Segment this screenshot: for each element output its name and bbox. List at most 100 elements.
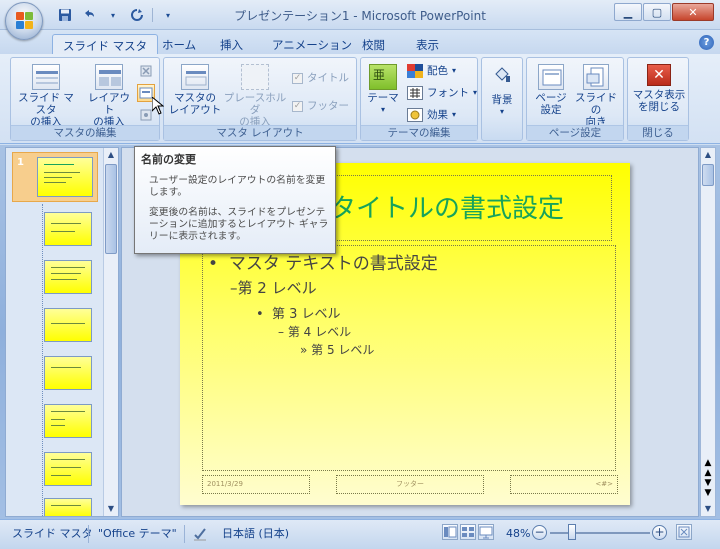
theme-button[interactable]: 亜 テーマ ▾ [365,64,401,116]
tab-slide-master[interactable]: スライド マスタ [52,34,159,54]
colors-dropdown-icon: ▾ [452,66,457,75]
master-thumbnail[interactable]: 1 [12,152,98,202]
master-layout-label2: レイアウト [168,104,222,116]
office-logo-icon [16,12,34,30]
colors-icon [407,64,423,78]
layout-thumbnail[interactable] [44,212,92,246]
effects-button[interactable]: 効果 ▾ [407,108,456,122]
tooltip-line-1: ユーザー設定のレイアウトの名前を変更します。 [149,175,326,198]
slideshow-view-icon[interactable] [478,524,494,540]
slide-scroll-thumb[interactable] [702,164,714,186]
page-setup-button[interactable]: ページ 設定 [531,64,571,116]
insert-placeholder-button[interactable]: プレースホルダ の挿入 [220,64,290,128]
fonts-dropdown-icon: ▾ [473,88,478,97]
tab-review[interactable]: 校閲 [352,34,395,54]
tooltip-line-2: 変更後の名前は、スライドをプレゼンテーションに追加するとレイアウト ギャラリーに… [149,207,329,242]
text-level-5: » 第 5 レベル [300,343,375,357]
scroll-down-icon[interactable]: ▼ [701,502,715,516]
text-level-1-label: マスタ テキストの書式設定 [228,254,438,274]
footer-check-icon: ✓ [292,100,303,112]
group-page-setup: ページ 設定 スライドの 向き ページ設定 [526,57,624,141]
help-icon[interactable]: ? [699,35,714,50]
spellcheck-icon[interactable] [192,525,208,543]
tab-view[interactable]: 表示 [406,34,449,54]
theme-icon: 亜 [369,64,397,90]
slide-orientation-button[interactable]: スライドの 向き [571,64,621,128]
layout-thumbnail[interactable] [44,308,92,342]
delete-icon[interactable] [139,64,153,78]
background-icon [492,64,512,86]
main-area: 1 ▲ ▼ タイトルの書式設定 • マスタ テキストの書式設定 –第 2 レベル… [0,145,720,519]
tab-home[interactable]: ホーム [152,34,206,54]
tab-insert[interactable]: 挿入 [210,34,253,54]
thumbnail-pane: 1 ▲ ▼ [5,147,119,517]
tab-animation[interactable]: アニメーション [262,34,362,54]
layout-thumbnail[interactable] [44,452,92,486]
zoom-slider-track[interactable] [550,532,650,534]
normal-view-icon[interactable] [442,524,458,540]
group-theme-edit-label: テーマの編集 [361,125,477,140]
ribbon: スライド マスタ の挿入 レイアウト の挿入 マスタの編集 マスタの レイアウト… [0,54,720,144]
fit-to-window-icon[interactable] [676,524,692,540]
colors-label: 配色 [427,65,448,77]
layout-tree-line [42,204,43,516]
mouse-cursor-icon [151,95,165,118]
layout-thumbnail[interactable] [44,260,92,294]
background-button[interactable]: 背景 ▾ [485,64,519,118]
footer-checkbox[interactable]: ✓ フッター [292,100,349,112]
theme-dropdown-icon: ▾ [380,105,385,114]
scroll-up-icon[interactable]: ▲ [104,148,118,162]
scroll-up-icon[interactable]: ▲ [701,148,715,162]
maximize-button[interactable]: ▢ [643,3,671,21]
zoom-out-icon[interactable]: − [532,525,547,540]
status-separator [184,525,185,543]
zoom-level[interactable]: 48% [506,525,530,543]
minimize-button[interactable]: ▁ [614,3,642,21]
text-level-3-label: 第 3 レベル [271,307,341,322]
group-close-label: 閉じる [628,125,688,140]
master-layout-button[interactable]: マスタの レイアウト [168,64,222,116]
thumbnail-scrollbar[interactable]: ▲ ▼ [103,148,118,516]
zoom-slider-knob[interactable] [568,524,576,540]
close-button[interactable]: ✕ [672,3,714,21]
date-placeholder[interactable]: 2011/3/29 [202,475,310,494]
zoom-in-icon[interactable]: + [652,525,667,540]
page-setup-icon [538,64,564,90]
theme-label: テーマ [367,92,399,104]
text-level-2: –第 2 レベル [230,279,317,297]
slide-number-placeholder[interactable]: <#> [510,475,618,494]
slide-orientation-label1: スライドの [575,92,617,116]
close-master-label1: マスタ表示 [632,89,686,101]
layout-thumbnail[interactable] [44,404,92,438]
insert-layout-label1: レイアウト [88,92,130,116]
preserve-icon[interactable] [139,108,153,122]
group-master-layout: マスタの レイアウト プレースホルダ の挿入 ✓ タイトル ✓ フッター マスタ レ… [163,57,357,141]
title-checkbox[interactable]: ✓ タイトル [292,72,349,84]
thumbnail-scroll-thumb[interactable] [105,164,117,254]
insert-slide-master-button[interactable]: スライド マスタ の挿入 [15,64,77,128]
layout-thumbnail[interactable] [44,498,92,516]
status-theme-name: "Office テーマ" [98,527,177,540]
text-level-3: • 第 3 レベル [256,307,341,322]
master-layout-icon [181,64,209,90]
prev-slide-icon[interactable]: ▲ ▲ [701,458,715,478]
status-view-name: スライド マスタ [12,527,93,540]
footer-placeholder[interactable]: フッター [336,475,484,494]
colors-button[interactable]: 配色 ▾ [407,64,456,78]
fonts-icon [407,86,423,100]
master-layout-label1: マスタの [174,92,216,104]
slide-scrollbar[interactable]: ▲ ▲ ▲ ▼ ▼ ▼ [700,147,716,517]
group-close: ✕ マスタ表示 を閉じる 閉じる [627,57,689,141]
status-bar: スライド マスタ "Office テーマ" 日本語 (日本) 48% − + [0,519,720,549]
fonts-button[interactable]: フォント ▾ [407,86,477,100]
office-button[interactable] [5,2,43,40]
next-slide-icon[interactable]: ▼ ▼ [701,478,715,498]
status-language[interactable]: 日本語 (日本) [222,525,289,543]
slide-sorter-view-icon[interactable] [460,524,476,540]
text-level-5-label: 第 5 レベル [311,343,375,357]
close-master-view-button[interactable]: ✕ マスタ表示 を閉じる [630,64,688,113]
scroll-down-icon[interactable]: ▼ [104,502,118,516]
insert-layout-button[interactable]: レイアウト の挿入 [83,64,135,128]
title-check-label: タイトル [307,72,349,84]
layout-thumbnail[interactable] [44,356,92,390]
